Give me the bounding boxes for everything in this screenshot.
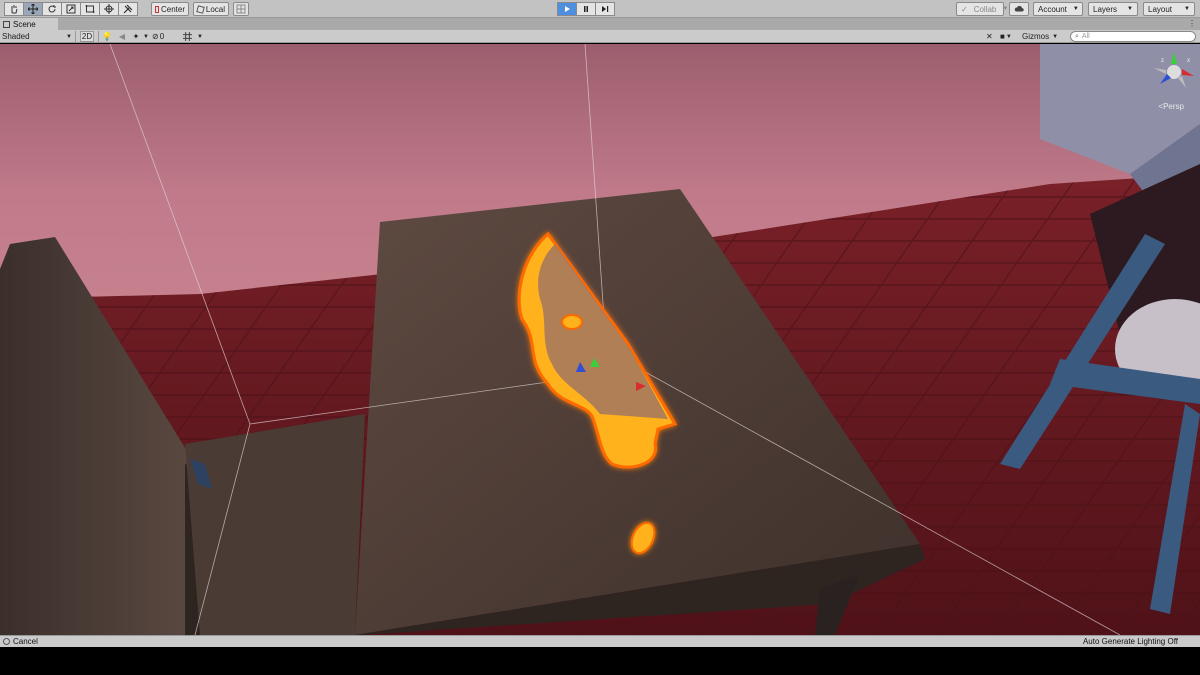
- search-icon: ⌕: [1075, 32, 1079, 40]
- chevron-down-icon[interactable]: ▼: [143, 31, 149, 42]
- pivot-icon: [155, 5, 159, 13]
- svg-text:z: z: [1161, 58, 1164, 64]
- pivot-label: Center: [160, 4, 185, 14]
- divider: [98, 31, 99, 42]
- chevron-down-icon: ▼: [1127, 6, 1133, 12]
- chevron-down-icon: ▼: [1005, 33, 1012, 40]
- projection-label: Persp: [1163, 102, 1184, 111]
- hidden-objects-toggle[interactable]: ⊘ 0: [152, 31, 164, 42]
- layers-label: Layers: [1093, 4, 1118, 14]
- scene-tab-icon: [3, 20, 10, 28]
- account-dropdown[interactable]: Account ▼: [1033, 2, 1083, 16]
- rotate-tool-icon[interactable]: [42, 2, 62, 16]
- cloud-button[interactable]: [1009, 2, 1029, 16]
- collab-check-icon: ✓: [961, 4, 968, 14]
- status-message-text: Cancel: [13, 637, 38, 646]
- chevron-down-icon: ▼: [1184, 6, 1190, 12]
- lighting-toggle-icon[interactable]: 💡: [102, 31, 112, 42]
- hand-tool-icon[interactable]: [4, 2, 24, 16]
- account-label: Account: [1038, 4, 1067, 14]
- camera-settings-button[interactable]: ■ ▼: [1000, 31, 1012, 42]
- pause-button[interactable]: [576, 2, 596, 16]
- audio-toggle-icon[interactable]: ◀: [117, 31, 127, 42]
- collab-dropdown[interactable]: ✓ Collab ▼: [956, 2, 1008, 16]
- info-icon: [3, 638, 10, 645]
- hidden-objects-count: 0: [159, 32, 165, 41]
- mode-2d-toggle[interactable]: 2D: [80, 31, 94, 42]
- snap-grid-button[interactable]: [233, 2, 249, 16]
- mode-2d-label: 2D: [81, 32, 93, 41]
- layers-dropdown[interactable]: Layers ▼: [1088, 2, 1138, 16]
- chevron-down-icon: ▼: [1002, 6, 1009, 12]
- layout-label: Layout: [1148, 4, 1173, 14]
- transform-tool-icon[interactable]: [99, 2, 119, 16]
- orientation-gizmo-icon[interactable]: z x: [1152, 50, 1196, 110]
- play-button[interactable]: [557, 2, 577, 16]
- scene-render: [0, 44, 1200, 635]
- shading-mode-label: Shaded: [2, 32, 30, 41]
- step-button[interactable]: [595, 2, 615, 16]
- custom-tool-icon[interactable]: [118, 2, 138, 16]
- shading-mode-dropdown[interactable]: Shaded ▼: [2, 31, 76, 42]
- hierarchy-search-input[interactable]: ⌕ All: [1070, 31, 1196, 42]
- projection-toggle[interactable]: <Persp: [1158, 102, 1184, 111]
- play-icon: [565, 6, 570, 12]
- letterbox: [0, 647, 1200, 675]
- tools-icon[interactable]: ✕: [986, 31, 993, 42]
- tab-bar: Scene ⋮: [0, 18, 1200, 30]
- status-bar: Cancel Auto Generate Lighting Off: [0, 635, 1200, 647]
- chevron-down-icon: ▼: [1072, 6, 1079, 12]
- search-placeholder: All: [1081, 33, 1090, 40]
- cloud-icon: [1014, 5, 1024, 12]
- chevron-down-icon[interactable]: ▼: [197, 31, 203, 42]
- scene-view-controls: Shaded ▼ 2D 💡 ◀ ✦ ▼ ⊘ 0 ▼ ✕ ■ ▼ Gizmos ▼…: [0, 30, 1200, 43]
- pivot-center-button[interactable]: Center: [151, 2, 189, 16]
- layout-dropdown[interactable]: Layout ▼: [1143, 2, 1195, 16]
- tab-menu-icon[interactable]: ⋮: [1188, 19, 1196, 28]
- lighting-status[interactable]: Auto Generate Lighting Off: [1083, 637, 1178, 646]
- grid-snap-icon: [236, 4, 246, 14]
- scene-tab-label: Scene: [13, 19, 36, 29]
- space-label: Local: [205, 4, 225, 14]
- gizmos-label: Gizmos: [1022, 32, 1050, 41]
- step-icon: [602, 6, 609, 12]
- gizmos-dropdown[interactable]: Gizmos ▼: [1022, 31, 1058, 42]
- transform-tools: [4, 2, 138, 16]
- status-message: Cancel: [3, 637, 38, 646]
- camera-icon: ■: [1000, 32, 1005, 41]
- local-space-icon: [196, 4, 205, 14]
- grid-toggle-icon[interactable]: [179, 31, 195, 42]
- effects-toggle-icon[interactable]: ✦: [131, 31, 141, 42]
- scene-viewport[interactable]: z x <Persp: [0, 44, 1200, 635]
- pause-icon: [584, 6, 588, 12]
- chevron-down-icon: ▼: [66, 33, 72, 40]
- svg-text:x: x: [1187, 58, 1190, 64]
- move-tool-icon[interactable]: [23, 2, 43, 16]
- tab-scene[interactable]: Scene: [0, 18, 58, 30]
- pivot-local-button[interactable]: Local: [193, 2, 229, 16]
- rect-tool-icon[interactable]: [80, 2, 100, 16]
- scale-tool-icon[interactable]: [61, 2, 81, 16]
- collab-label: Collab: [973, 4, 997, 14]
- main-toolbar: Center Local ✓ Collab ▼ Account ▼ Layers…: [0, 0, 1200, 18]
- play-controls: [557, 2, 615, 16]
- chevron-down-icon: ▼: [1052, 33, 1059, 40]
- eye-slash-icon: ⊘: [152, 32, 159, 41]
